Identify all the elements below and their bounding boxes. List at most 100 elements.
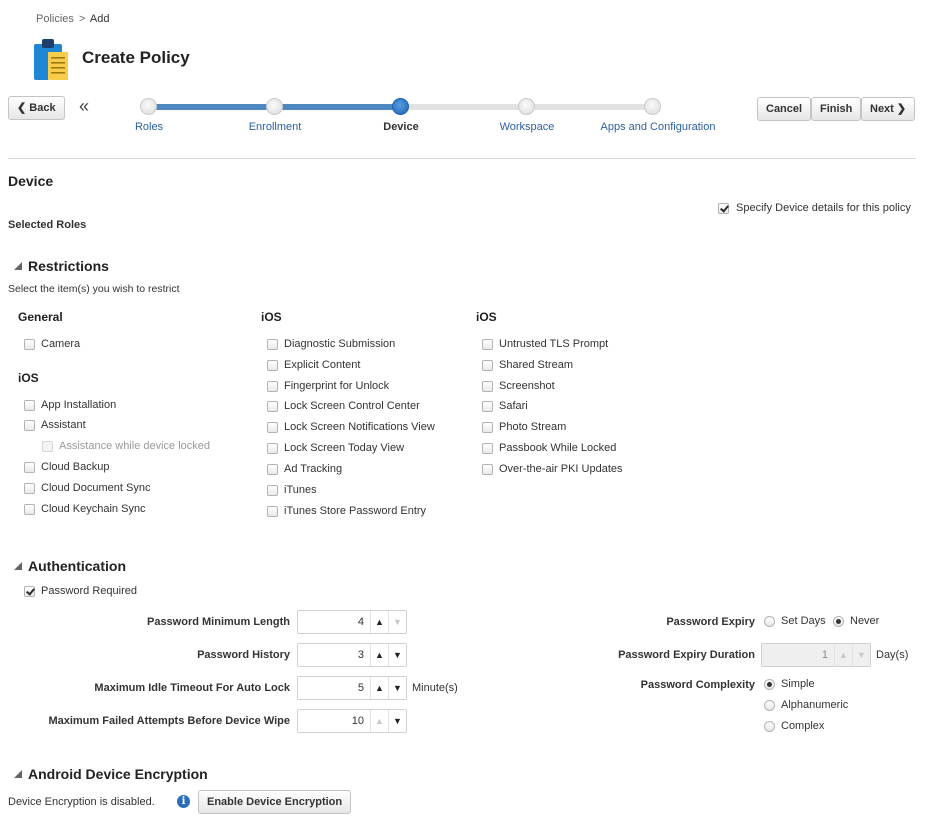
- lock-screen-today-view-label[interactable]: Lock Screen Today View: [284, 442, 404, 454]
- encryption-title: Android Device Encryption: [28, 766, 208, 782]
- enable-encryption-button[interactable]: Enable Device Encryption: [198, 790, 352, 814]
- complexity-alphanumeric-label[interactable]: Alphanumeric: [781, 699, 848, 711]
- expiry-set-days-label[interactable]: Set Days: [781, 615, 826, 627]
- photo-stream-label[interactable]: Photo Stream: [499, 421, 566, 433]
- info-icon[interactable]: i: [177, 795, 190, 808]
- train-stop-enrollment[interactable]: [266, 98, 283, 115]
- increment-icon: ▲: [834, 644, 852, 666]
- fingerprint-unlock-label[interactable]: Fingerprint for Unlock: [284, 380, 389, 392]
- shared-stream-label[interactable]: Shared Stream: [499, 359, 573, 371]
- ad-tracking-checkbox[interactable]: [267, 464, 278, 475]
- back-button[interactable]: ❮ Back: [8, 96, 65, 120]
- photo-stream-checkbox[interactable]: [482, 422, 493, 433]
- complexity-simple-radio[interactable]: [764, 679, 775, 690]
- chevron-right-icon: ❯: [893, 103, 907, 115]
- explicit-content-label[interactable]: Explicit Content: [284, 359, 360, 371]
- col3-ios-header: iOS: [476, 310, 497, 324]
- encryption-status: Device Encryption is disabled.: [8, 796, 155, 808]
- itunes-store-password-checkbox[interactable]: [267, 506, 278, 517]
- breadcrumb-current: Add: [89, 13, 110, 25]
- next-button[interactable]: Next ❯: [861, 97, 916, 121]
- complexity-alphanumeric-radio[interactable]: [764, 700, 775, 711]
- lock-screen-notifications-checkbox[interactable]: [267, 422, 278, 433]
- train-label-workspace[interactable]: Workspace: [472, 121, 582, 133]
- assistant-checkbox[interactable]: [24, 420, 35, 431]
- passbook-locked-checkbox[interactable]: [482, 443, 493, 454]
- encryption-header[interactable]: Android Device Encryption: [14, 766, 208, 782]
- password-expiry-label: Password Expiry: [666, 616, 755, 628]
- password-required-checkbox[interactable]: [24, 586, 35, 597]
- cancel-button[interactable]: Cancel: [757, 97, 812, 121]
- breadcrumb-parent-link[interactable]: Policies: [36, 13, 74, 25]
- diagnostic-submission-checkbox[interactable]: [267, 339, 278, 350]
- decrement-icon: ▼: [852, 644, 870, 666]
- cloud-keychain-sync-checkbox[interactable]: [24, 504, 35, 515]
- untrusted-tls-checkbox[interactable]: [482, 339, 493, 350]
- complexity-simple-label[interactable]: Simple: [781, 678, 815, 690]
- assistant-label[interactable]: Assistant: [41, 419, 86, 431]
- expiry-duration-value: 1: [821, 649, 828, 661]
- ad-tracking-label[interactable]: Ad Tracking: [284, 463, 342, 475]
- train-label-apps-configuration[interactable]: Apps and Configuration: [598, 121, 718, 133]
- back-button-label: Back: [29, 102, 56, 114]
- authentication-header[interactable]: Authentication: [14, 558, 126, 574]
- app-installation-label[interactable]: App Installation: [41, 399, 116, 411]
- train-stop-workspace[interactable]: [518, 98, 535, 115]
- page-title: Create Policy: [82, 48, 190, 67]
- lock-screen-notifications-label[interactable]: Lock Screen Notifications View: [284, 421, 435, 433]
- complexity-complex-radio[interactable]: [764, 721, 775, 732]
- cloud-backup-checkbox[interactable]: [24, 462, 35, 473]
- specify-device-label[interactable]: Specify Device details for this policy: [736, 202, 911, 214]
- app-installation-checkbox[interactable]: [24, 400, 35, 411]
- lock-screen-control-center-checkbox[interactable]: [267, 401, 278, 412]
- breadcrumb: Policies > Add: [36, 13, 109, 25]
- cloud-document-sync-checkbox[interactable]: [24, 483, 35, 494]
- ota-pki-updates-label[interactable]: Over-the-air PKI Updates: [499, 463, 623, 475]
- fingerprint-unlock-checkbox[interactable]: [267, 381, 278, 392]
- decrement-icon[interactable]: ▼: [388, 710, 406, 732]
- collapse-triangle-icon: [14, 262, 22, 270]
- cloud-keychain-sync-label[interactable]: Cloud Keychain Sync: [41, 503, 146, 515]
- finish-button[interactable]: Finish: [811, 97, 862, 121]
- shared-stream-checkbox[interactable]: [482, 360, 493, 371]
- train-stop-apps-configuration[interactable]: [644, 98, 661, 115]
- safari-label[interactable]: Safari: [499, 400, 528, 412]
- camera-checkbox[interactable]: [24, 339, 35, 350]
- password-expiry-duration-label: Password Expiry Duration: [618, 649, 755, 661]
- collapse-double-chevron-icon[interactable]: «: [79, 96, 89, 117]
- failed-attempts-value[interactable]: 10: [298, 710, 370, 732]
- itunes-checkbox[interactable]: [267, 485, 278, 496]
- lock-screen-control-center-label[interactable]: Lock Screen Control Center: [284, 400, 420, 412]
- explicit-content-checkbox[interactable]: [267, 360, 278, 371]
- expiry-never-label[interactable]: Never: [850, 615, 879, 627]
- screenshot-label[interactable]: Screenshot: [499, 380, 555, 392]
- collapse-triangle-icon: [14, 562, 22, 570]
- restrictions-instructions: Select the item(s) you wish to restrict: [8, 283, 180, 295]
- passbook-locked-label[interactable]: Passbook While Locked: [499, 442, 616, 454]
- authentication-title: Authentication: [28, 558, 126, 574]
- screenshot-checkbox[interactable]: [482, 381, 493, 392]
- itunes-store-password-label[interactable]: iTunes Store Password Entry: [284, 505, 426, 517]
- itunes-label[interactable]: iTunes: [284, 484, 317, 496]
- complexity-complex-label[interactable]: Complex: [781, 720, 824, 732]
- train-stop-device[interactable]: [392, 98, 409, 115]
- failed-attempts-stepper[interactable]: 10 ▲ ▼: [297, 709, 407, 733]
- diagnostic-submission-label[interactable]: Diagnostic Submission: [284, 338, 395, 350]
- cloud-backup-label[interactable]: Cloud Backup: [41, 461, 110, 473]
- camera-label[interactable]: Camera: [41, 338, 80, 350]
- expiry-never-radio[interactable]: [833, 616, 844, 627]
- lock-screen-today-view-checkbox[interactable]: [267, 443, 278, 454]
- col1-ios-header: iOS: [18, 371, 39, 385]
- safari-checkbox[interactable]: [482, 401, 493, 412]
- train-stop-roles[interactable]: [140, 98, 157, 115]
- expiry-set-days-radio[interactable]: [764, 616, 775, 627]
- password-required-label[interactable]: Password Required: [41, 585, 137, 597]
- train-label-enrollment[interactable]: Enrollment: [220, 121, 330, 133]
- untrusted-tls-label[interactable]: Untrusted TLS Prompt: [499, 338, 608, 350]
- specify-device-checkbox[interactable]: [718, 203, 729, 214]
- restrictions-title: Restrictions: [28, 258, 109, 274]
- restrictions-header[interactable]: Restrictions: [14, 258, 109, 274]
- train-label-roles[interactable]: Roles: [94, 121, 204, 133]
- ota-pki-updates-checkbox[interactable]: [482, 464, 493, 475]
- cloud-document-sync-label[interactable]: Cloud Document Sync: [41, 482, 150, 494]
